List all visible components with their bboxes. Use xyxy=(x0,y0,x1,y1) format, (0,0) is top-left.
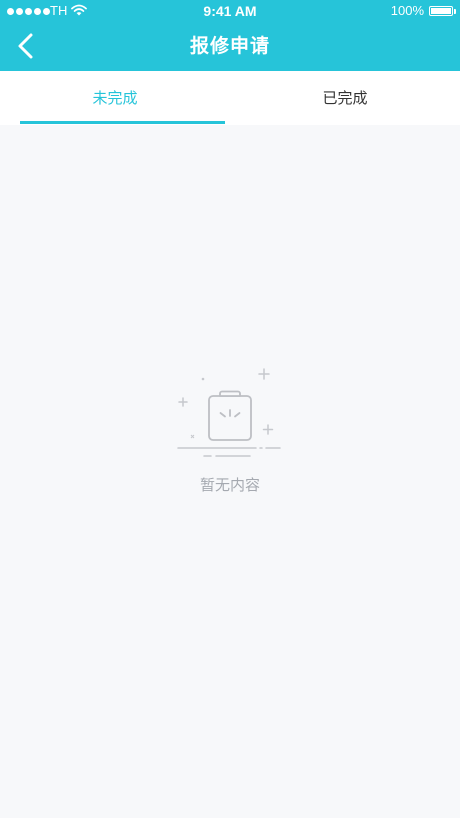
tab-bar: 未完成 已完成 xyxy=(0,71,460,125)
app-header: TH 9:41 AM 100% 报修申请 xyxy=(0,0,460,71)
battery-percentage: 100% xyxy=(390,3,424,18)
tab-incomplete-label: 未完成 xyxy=(92,89,138,107)
status-bar: TH 9:41 AM 100% xyxy=(0,0,460,24)
tab-incomplete[interactable]: 未完成 xyxy=(0,71,230,125)
battery-cap xyxy=(454,9,456,14)
tab-completed-label: 已完成 xyxy=(322,89,368,107)
active-tab-indicator xyxy=(20,121,225,124)
tab-completed[interactable]: 已完成 xyxy=(230,71,460,125)
battery-icon xyxy=(429,6,453,16)
empty-state-text: 暂无内容 xyxy=(199,476,260,494)
page-title: 报修申请 xyxy=(189,35,270,57)
clipboard-icon xyxy=(177,368,281,457)
